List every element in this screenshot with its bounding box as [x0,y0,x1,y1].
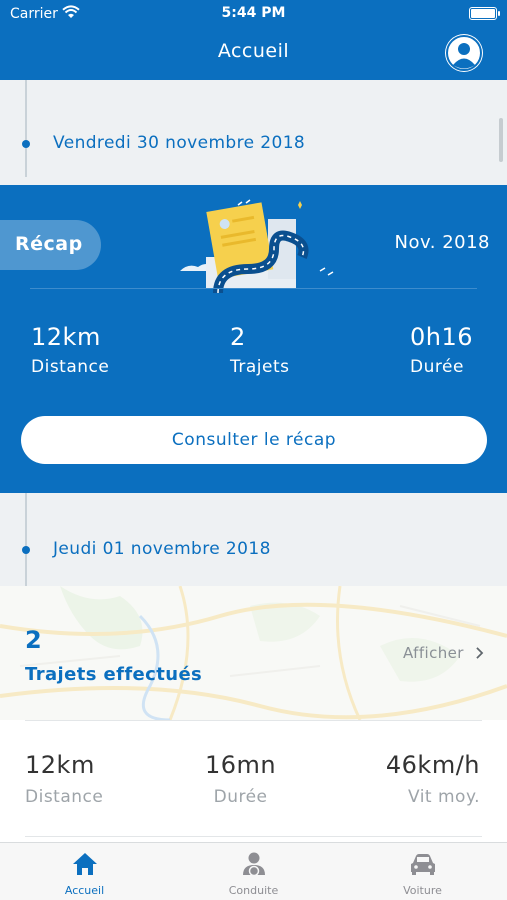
home-icon [73,853,97,875]
profile-button[interactable] [445,34,483,72]
recap-stat-distance: 12km Distance [31,323,109,377]
tab-bar: Accueil Conduite Voiture [0,842,507,900]
battery-icon [469,7,500,20]
timeline-dot [22,546,30,554]
divider [25,836,482,837]
tab-accueil[interactable]: Accueil [0,843,169,900]
stat-label: Durée [410,357,464,377]
tab-label: Accueil [64,884,105,897]
stat-label: Distance [25,787,104,807]
stat-label: Durée [213,787,268,807]
stat-value: 46km/h [385,751,480,779]
stat-label: Distance [31,357,110,377]
stat-label: Vit moy. [407,787,480,807]
status-time: 5:44 PM [221,5,286,21]
divider [30,288,477,289]
app-header: Carrier 5:44 PM Accueil [0,0,507,80]
stat-label: Trajets [230,357,290,377]
timeline-dot [22,140,30,148]
stat-value: 0h16 [410,323,474,351]
trips-card[interactable]: 2 Trajets effectués Afficher 12km Distan… [0,586,507,842]
status-bar: Carrier 5:44 PM [0,0,507,28]
stat-value: 12km [31,323,101,351]
trips-label: Trajets effectués [25,664,203,685]
show-trips-label: Afficher [403,644,464,662]
divider [25,720,482,721]
trips-count: 2 [25,626,42,654]
chevron-right-icon [476,647,484,659]
car-icon [411,854,435,875]
recap-card: Récap Nov. 2018 12km Distance 2 Trajets … [0,185,507,493]
trip-stat-duration: 16mn Durée [205,751,276,807]
recap-month: Nov. 2018 [394,232,490,253]
stat-value: 16mn [205,751,277,779]
stat-value: 2 [230,323,246,351]
timeline-section: Vendredi 30 novembre 2018 [0,80,507,177]
page-title: Accueil [217,40,290,62]
scrollbar[interactable] [499,118,503,162]
recap-illustration [180,199,334,293]
stat-value: 12km [25,751,95,779]
recap-badge: Récap [0,220,101,270]
timeline-date: Vendredi 30 novembre 2018 [53,133,306,153]
tab-voiture[interactable]: Voiture [338,843,507,900]
consult-recap-button[interactable]: Consulter le récap [21,416,487,464]
recap-stat-trips: 2 Trajets [230,323,290,377]
trip-stat-speed: 46km/h Vit moy. [386,751,480,807]
tab-label: Conduite [228,884,279,897]
timeline-date: Jeudi 01 novembre 2018 [53,539,271,559]
timeline-section: Jeudi 01 novembre 2018 [0,493,507,586]
timeline-line [25,493,27,586]
show-trips-link[interactable]: Afficher [403,644,484,662]
tab-conduite[interactable]: Conduite [169,843,338,900]
user-icon [446,35,482,71]
timeline-line [25,80,27,177]
trip-stat-distance: 12km Distance [25,751,103,807]
tab-label: Voiture [403,884,442,897]
driver-icon [243,852,265,877]
recap-stat-duration: 0h16 Durée [410,323,473,377]
